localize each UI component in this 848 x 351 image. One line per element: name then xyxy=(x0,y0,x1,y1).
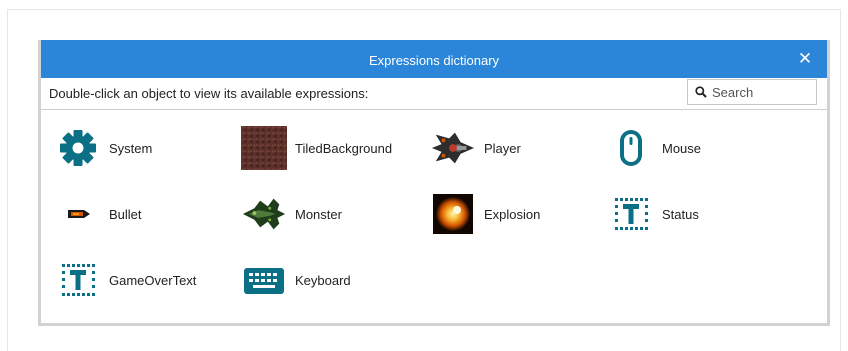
search-input[interactable] xyxy=(712,84,812,100)
text-object-icon xyxy=(55,260,101,300)
object-label: Explosion xyxy=(484,206,541,222)
object-explosion[interactable]: Explosion xyxy=(430,194,540,234)
explosion-icon xyxy=(430,194,476,234)
tiled-background-icon xyxy=(241,126,287,170)
instruction-bar: Double-click an object to view its avail… xyxy=(41,78,827,110)
gear-icon xyxy=(55,128,101,168)
text-object-icon xyxy=(608,194,654,234)
object-mouse[interactable]: Mouse xyxy=(608,128,701,168)
object-label: Bullet xyxy=(109,206,142,222)
object-label: Player xyxy=(484,140,521,156)
search-icon xyxy=(695,86,707,98)
object-label: Mouse xyxy=(662,140,702,156)
player-ship-icon xyxy=(430,128,476,168)
expressions-dialog: Expressions dictionary ✕ Double-click an… xyxy=(38,40,830,326)
object-label: System xyxy=(109,140,153,156)
object-player[interactable]: Player xyxy=(430,128,521,168)
object-status[interactable]: Status xyxy=(608,194,699,234)
object-grid: System TiledBackground Player Mouse Bull… xyxy=(41,110,827,323)
object-gameovertext[interactable]: GameOverText xyxy=(55,260,196,300)
monster-icon xyxy=(241,194,287,234)
close-button[interactable]: ✕ xyxy=(795,49,815,69)
dialog-title: Expressions dictionary xyxy=(368,53,500,68)
dialog-body: Double-click an object to view its avail… xyxy=(41,78,827,323)
object-label: Monster xyxy=(295,206,342,222)
object-monster[interactable]: Monster xyxy=(241,194,342,234)
mouse-icon xyxy=(608,128,654,168)
search-box[interactable] xyxy=(687,79,817,105)
dialog-titlebar: Expressions dictionary ✕ xyxy=(41,40,827,78)
object-label: Status xyxy=(662,206,699,222)
instruction-text: Double-click an object to view its avail… xyxy=(49,86,369,101)
keyboard-icon xyxy=(241,260,287,300)
object-system[interactable]: System xyxy=(55,128,152,168)
object-bullet[interactable]: Bullet xyxy=(55,194,142,234)
object-label: TiledBackground xyxy=(295,140,393,156)
object-tiledbackground[interactable]: TiledBackground xyxy=(241,126,393,170)
object-keyboard[interactable]: Keyboard xyxy=(241,260,351,300)
bullet-icon xyxy=(55,194,101,234)
object-label: Keyboard xyxy=(295,272,351,288)
object-label: GameOverText xyxy=(109,272,197,288)
